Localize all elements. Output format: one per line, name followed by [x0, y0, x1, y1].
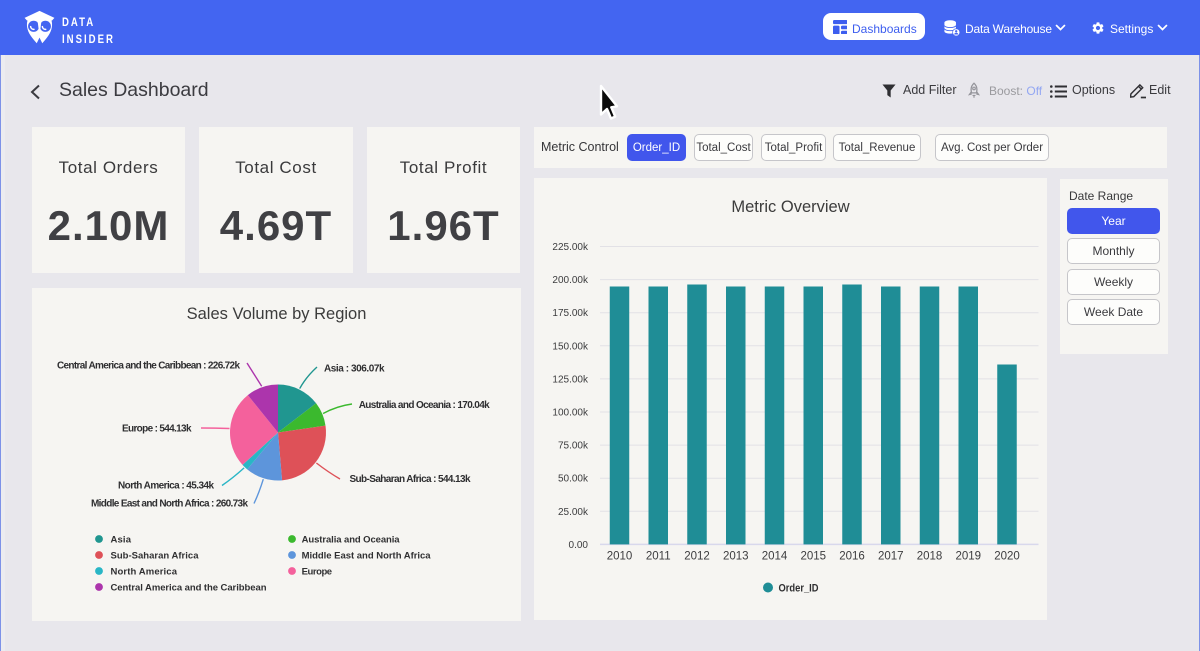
- svg-text:2016: 2016: [839, 551, 865, 563]
- svg-text:150.00k: 150.00k: [552, 341, 589, 352]
- svg-text:2010: 2010: [607, 551, 633, 563]
- svg-text:2020: 2020: [994, 551, 1020, 563]
- svg-text:0.00: 0.00: [569, 540, 589, 551]
- svg-text:2015: 2015: [800, 551, 826, 563]
- svg-text:225.00k: 225.00k: [552, 242, 589, 253]
- svg-text:Europe : 544.13k: Europe : 544.13k: [122, 424, 192, 435]
- svg-text:Australia and Oceania: Australia and Oceania: [302, 535, 401, 546]
- svg-text:100.00k: 100.00k: [552, 408, 589, 419]
- svg-text:Middle East and North Africa: Middle East and North Africa: [302, 551, 432, 562]
- svg-text:Asia : 306.07k: Asia : 306.07k: [324, 364, 385, 375]
- svg-text:2012: 2012: [684, 551, 710, 563]
- svg-text:200.00k: 200.00k: [552, 275, 589, 286]
- svg-text:Central America and the Caribb: Central America and the Caribbean: [111, 583, 267, 594]
- svg-text:Sub-Saharan Africa : 544.13k: Sub-Saharan Africa : 544.13k: [350, 474, 471, 485]
- svg-text:2017: 2017: [878, 551, 904, 563]
- svg-text:50.00k: 50.00k: [558, 474, 589, 485]
- svg-text:Order_ID: Order_ID: [779, 583, 819, 595]
- svg-text:25.00k: 25.00k: [558, 507, 589, 518]
- svg-text:125.00k: 125.00k: [552, 374, 589, 385]
- svg-text:75.00k: 75.00k: [558, 441, 589, 452]
- svg-text:Central America and the Caribb: Central America and the Caribbean : 226.…: [57, 361, 240, 372]
- svg-text:175.00k: 175.00k: [552, 308, 589, 319]
- svg-text:Middle East and North Africa :: Middle East and North Africa : 260.73k: [91, 499, 248, 510]
- svg-text:Europe: Europe: [302, 567, 333, 578]
- svg-text:2011: 2011: [646, 551, 671, 563]
- svg-text:Australia and Oceania : 170.04: Australia and Oceania : 170.04k: [359, 400, 490, 411]
- svg-text:Asia: Asia: [111, 535, 132, 546]
- svg-text:2018: 2018: [917, 551, 943, 563]
- svg-text:North America: North America: [111, 567, 178, 578]
- svg-text:2019: 2019: [955, 551, 981, 563]
- svg-text:Sub-Saharan Africa: Sub-Saharan Africa: [111, 551, 200, 562]
- svg-text:2014: 2014: [762, 551, 788, 563]
- svg-text:2013: 2013: [723, 551, 749, 563]
- svg-text:North America : 45.34k: North America : 45.34k: [118, 481, 214, 492]
